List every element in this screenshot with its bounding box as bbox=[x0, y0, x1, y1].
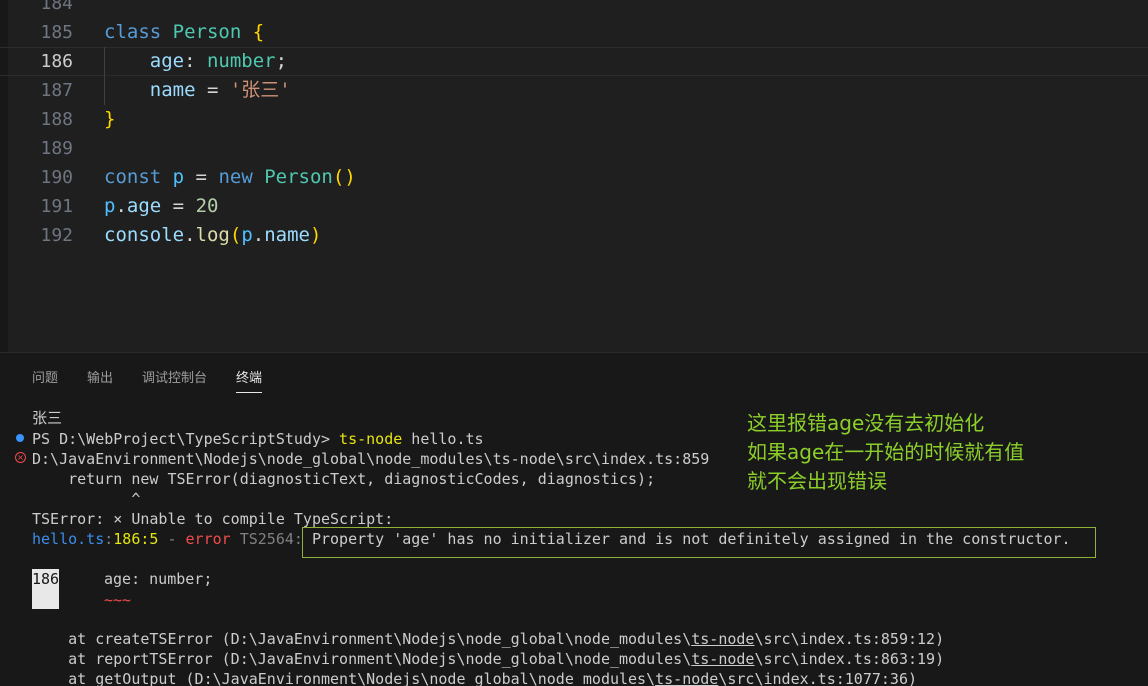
return-line: return new TSError(diagnosticText, diagn… bbox=[32, 470, 656, 488]
snippet-line-number: 186 bbox=[32, 569, 59, 609]
tab-problems[interactable]: 问题 bbox=[32, 367, 58, 392]
error-message-highlight-box bbox=[302, 527, 1096, 558]
error-path-line: D:\JavaEnvironment\Nodejs\node_global\no… bbox=[32, 450, 710, 468]
indent-guide bbox=[104, 47, 105, 105]
tab-output[interactable]: 输出 bbox=[87, 367, 113, 392]
stack-trace-line: at getOutput (D:\JavaEnvironment\Nodejs\… bbox=[32, 670, 918, 686]
line-number: 184 bbox=[40, 0, 73, 14]
line-number: 188 bbox=[40, 109, 73, 130]
annotation-line: 就不会出现错误 bbox=[747, 469, 887, 493]
error-squiggle: ~~~ bbox=[104, 591, 132, 609]
panel-tabs: 问题 输出 调试控制台 终端 bbox=[0, 353, 1148, 397]
code-line-186[interactable]: 186 age: number; bbox=[0, 47, 1148, 76]
code-line-185[interactable]: 185 class Person { bbox=[0, 18, 1148, 47]
code-text: p.age = 20 bbox=[104, 195, 219, 217]
code-text: console.log(p.name) bbox=[104, 224, 322, 246]
code-text: } bbox=[104, 108, 116, 130]
stack-link[interactable]: ts-node bbox=[655, 670, 718, 686]
stack-link[interactable]: ts-node bbox=[691, 650, 754, 668]
line-number: 189 bbox=[40, 138, 73, 159]
line-number: 190 bbox=[40, 167, 73, 188]
code-line-192[interactable]: 192 console.log(p.name) bbox=[0, 221, 1148, 250]
code-text: name = '张三' bbox=[149, 79, 291, 101]
code-line-189[interactable]: 189 bbox=[0, 134, 1148, 163]
stack-trace-line: at createTSError (D:\JavaEnvironment\Nod… bbox=[32, 630, 945, 648]
code-line-184[interactable]: 184 bbox=[0, 0, 1148, 18]
tserror-line: TSError: × Unable to compile TypeScript: bbox=[32, 510, 394, 528]
terminal-prompt-line: PS D:\WebProject\TypeScriptStudy> ts-nod… bbox=[32, 430, 484, 448]
bottom-panel: 问题 输出 调试控制台 终端 张三 PS D:\WebProject\TypeS… bbox=[0, 352, 1148, 686]
line-number: 192 bbox=[40, 225, 73, 246]
caret-line: ^ bbox=[32, 490, 141, 508]
annotation-line: 如果age在一开始的时候就有值 bbox=[747, 440, 1025, 464]
annotation-line: 这里报错age没有去初始化 bbox=[747, 411, 985, 435]
code-text: age: number; bbox=[149, 50, 288, 72]
command-success-dot-icon[interactable] bbox=[16, 434, 24, 442]
line-number: 191 bbox=[40, 196, 73, 217]
code-editor[interactable]: 184 185 class Person { 186 age: number; … bbox=[0, 0, 1148, 352]
stack-link[interactable]: ts-node bbox=[691, 630, 754, 648]
code-text: const p = new Person() bbox=[104, 166, 356, 188]
tab-terminal[interactable]: 终端 bbox=[236, 367, 263, 393]
code-text: class Person { bbox=[104, 21, 265, 43]
code-line-190[interactable]: 190 const p = new Person() bbox=[0, 163, 1148, 192]
command-error-icon[interactable]: × bbox=[15, 452, 26, 463]
line-number: 186 bbox=[40, 51, 73, 72]
tab-debug-console[interactable]: 调试控制台 bbox=[142, 367, 207, 392]
code-line-191[interactable]: 191 p.age = 20 bbox=[0, 192, 1148, 221]
line-number: 187 bbox=[40, 80, 73, 101]
snippet-code: age: number; bbox=[104, 570, 213, 588]
line-number: 185 bbox=[40, 22, 73, 43]
terminal-output-line: 张三 bbox=[32, 409, 63, 427]
code-line-188[interactable]: 188 } bbox=[0, 105, 1148, 134]
stack-trace-line: at reportTSError (D:\JavaEnvironment\Nod… bbox=[32, 650, 945, 668]
code-line-187[interactable]: 187 name = '张三' bbox=[0, 76, 1148, 105]
